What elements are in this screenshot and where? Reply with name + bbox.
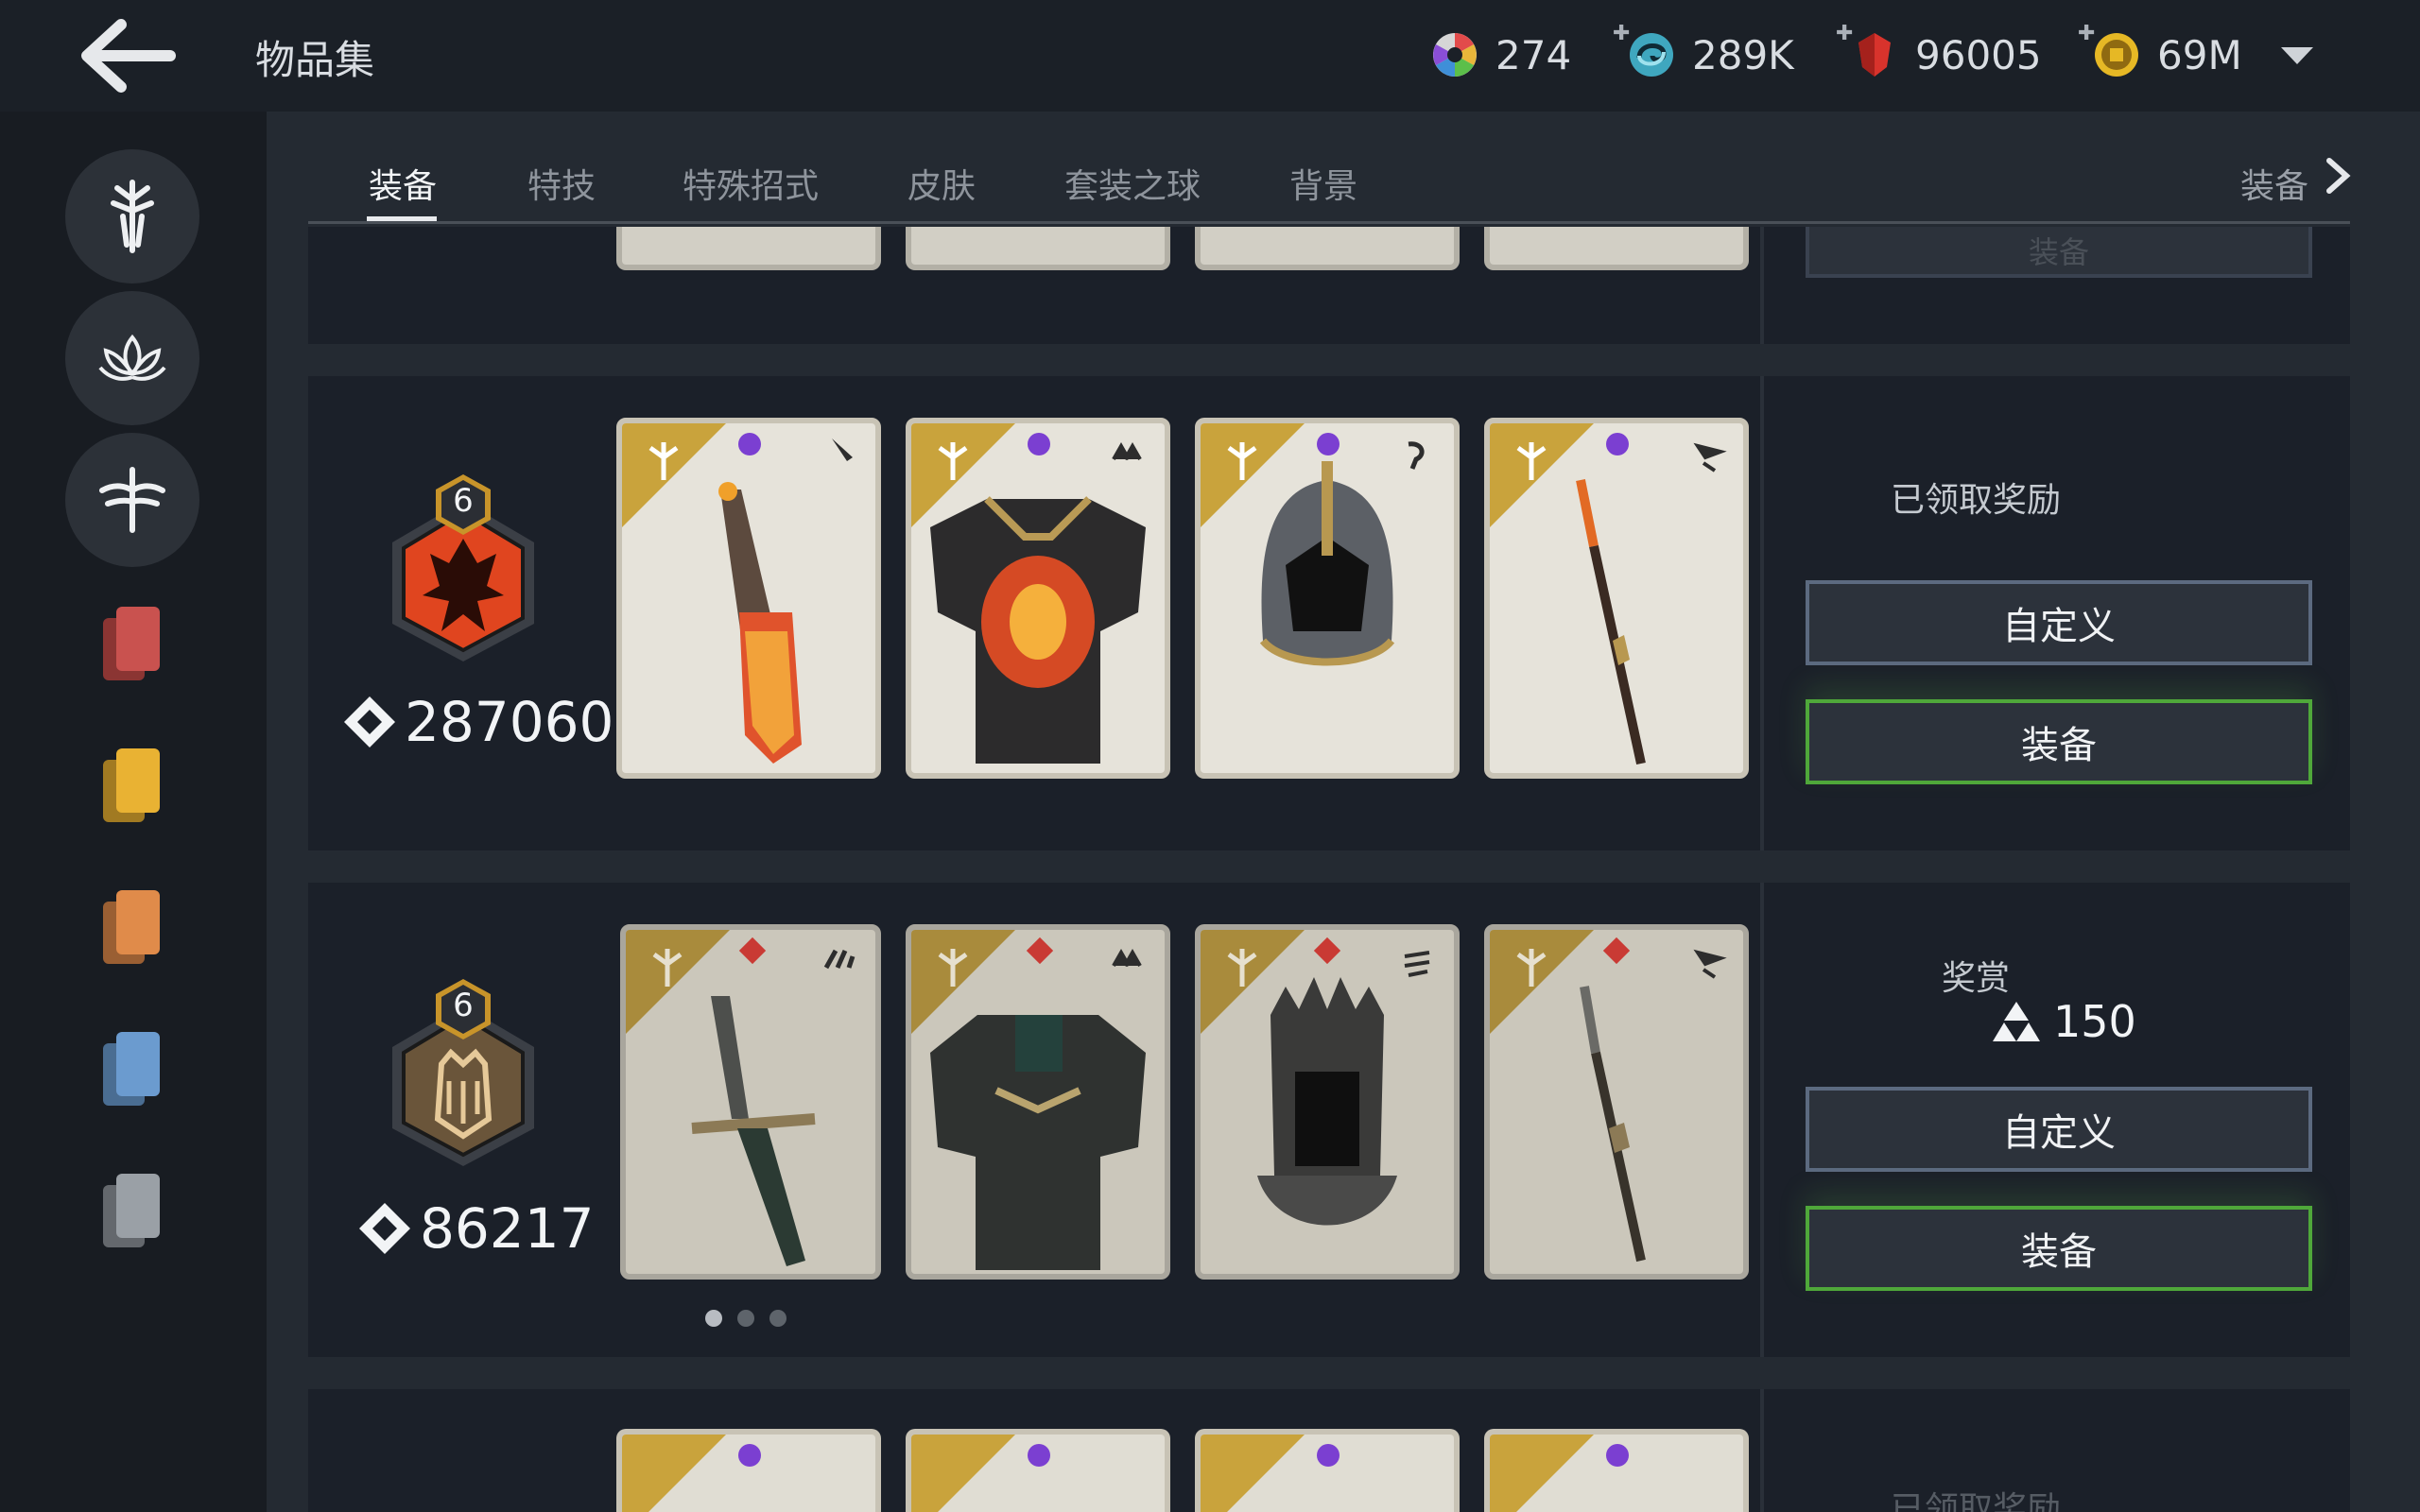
- sidebar-item-knight[interactable]: [65, 149, 199, 284]
- reward-claimed-text: 已领取奖励: [1890, 481, 2061, 520]
- sidebar-item-red-cards[interactable]: [99, 603, 165, 688]
- tab-special-moves[interactable]: 特殊招式: [683, 159, 819, 208]
- item-card-partial[interactable]: [1195, 1429, 1460, 1512]
- item-card-partial[interactable]: [906, 1429, 1170, 1512]
- gray-cards-icon: [103, 1174, 160, 1247]
- sidebar-item-yellow-cards[interactable]: [99, 745, 165, 830]
- page-indicator: [705, 1310, 786, 1327]
- page-dot[interactable]: [705, 1310, 722, 1327]
- page-dot[interactable]: [769, 1310, 786, 1327]
- item-card-helmet[interactable]: [1195, 418, 1460, 779]
- set-badge: 6: [383, 472, 544, 662]
- item-card-chest-armor[interactable]: [906, 418, 1170, 779]
- sidebar-item-orange-cards[interactable]: [99, 886, 165, 971]
- lotus-icon: [98, 334, 166, 381]
- currency-coins[interactable]: ✚ 69M: [2078, 22, 2242, 83]
- blue-cards-icon: [103, 1032, 160, 1106]
- sidebar-item-blue-cards[interactable]: [99, 1028, 165, 1113]
- sword-art: [626, 930, 856, 1266]
- item-card-sword[interactable]: [620, 924, 881, 1280]
- sidebar-item-wuxia[interactable]: [65, 433, 199, 567]
- set-badge: 6: [383, 977, 544, 1166]
- sidebar-item-gray-cards[interactable]: [99, 1170, 165, 1255]
- chest-armor-art: [911, 423, 1146, 764]
- red-cards-icon: [103, 607, 160, 680]
- steel-diamond-icon: [359, 1203, 410, 1254]
- currency-value: 274: [1495, 31, 1572, 78]
- chevron-down-icon[interactable]: [2273, 38, 2321, 76]
- currency-color-shards[interactable]: 274: [1429, 26, 1571, 83]
- reward-amount: 150: [1993, 996, 2136, 1047]
- currency-value: 96005: [1915, 31, 2042, 78]
- item-card-partial[interactable]: [1195, 227, 1460, 270]
- red-crystal-icon: ✚: [1836, 22, 1900, 80]
- item-card-sword[interactable]: [616, 418, 881, 779]
- reward-claimed-text: 已领取奖励: [1890, 1490, 2061, 1512]
- equip-button-partial[interactable]: 装备: [1806, 227, 2312, 278]
- helmet-art: [1201, 930, 1430, 1226]
- page-dot[interactable]: [737, 1310, 754, 1327]
- set-score-value: 86217: [420, 1196, 595, 1261]
- row-divider: [1760, 227, 1764, 344]
- tab-feats[interactable]: 特技: [527, 159, 596, 208]
- customize-button[interactable]: 自定义: [1806, 1087, 2312, 1172]
- dragonfly-icon: [99, 467, 165, 533]
- equip-button[interactable]: 装备: [1806, 699, 2312, 784]
- tab-skins[interactable]: 皮肤: [908, 159, 976, 208]
- reward-value: 150: [2053, 996, 2136, 1047]
- triforce-icon: [1993, 1002, 2040, 1041]
- color-wheel-icon: [1429, 29, 1480, 80]
- set-score: 287060: [342, 690, 614, 754]
- knight-helm-icon: [111, 180, 154, 253]
- set-score: 86217: [357, 1196, 595, 1261]
- set-score-value: 287060: [405, 690, 614, 754]
- currency-value: 289K: [1692, 31, 1794, 78]
- sword-art: [622, 423, 853, 764]
- item-card-partial[interactable]: [616, 227, 881, 270]
- tab-divider: [308, 221, 2350, 224]
- sidebar-item-samurai[interactable]: [65, 291, 199, 425]
- set-level: 6: [453, 482, 474, 520]
- orange-cards-icon: [103, 890, 160, 964]
- item-card-partial[interactable]: [906, 227, 1170, 270]
- tab-backgrounds[interactable]: 背景: [1289, 159, 1357, 208]
- currency-steel[interactable]: ✚ 289K: [1613, 22, 1794, 83]
- item-card-helmet[interactable]: [1195, 924, 1460, 1280]
- coin-icon: ✚: [2078, 22, 2142, 80]
- tab-set-orbs[interactable]: 套装之球: [1064, 159, 1201, 208]
- plus-icon: ✚: [1613, 22, 1631, 45]
- chest-armor-art: [911, 930, 1146, 1270]
- top-bar: 物品集 274 ✚ 289K ✚ 96005 ✚ 69M: [0, 0, 2420, 112]
- yellow-cards-icon: [103, 748, 160, 822]
- row-divider: [1760, 376, 1764, 850]
- plus-icon: ✚: [1836, 22, 1854, 45]
- customize-button[interactable]: 自定义: [1806, 580, 2312, 665]
- helmet-art: [1201, 423, 1425, 666]
- page-title: 物品集: [255, 37, 375, 83]
- plus-icon: ✚: [2078, 22, 2096, 45]
- currency-value: 69M: [2157, 31, 2242, 78]
- sidebar: [0, 112, 267, 1512]
- item-card-partial[interactable]: [616, 1429, 881, 1512]
- steel-diamond-icon: [344, 696, 395, 747]
- reward-label: 奖赏: [1941, 959, 2010, 998]
- steel-swirl-icon: ✚: [1613, 22, 1677, 80]
- chevron-right-icon[interactable]: [2324, 155, 2352, 197]
- tab-right-label[interactable]: 装备: [2240, 159, 2308, 208]
- item-card-chest-armor[interactable]: [906, 924, 1170, 1280]
- currency-crystals[interactable]: ✚ 96005: [1836, 22, 2042, 83]
- tab-equipment[interactable]: 装备: [369, 159, 437, 208]
- equip-button[interactable]: 装备: [1806, 1206, 2312, 1291]
- set-level: 6: [453, 987, 474, 1024]
- item-card-partial[interactable]: [1484, 227, 1749, 270]
- back-arrow-icon[interactable]: [76, 17, 180, 94]
